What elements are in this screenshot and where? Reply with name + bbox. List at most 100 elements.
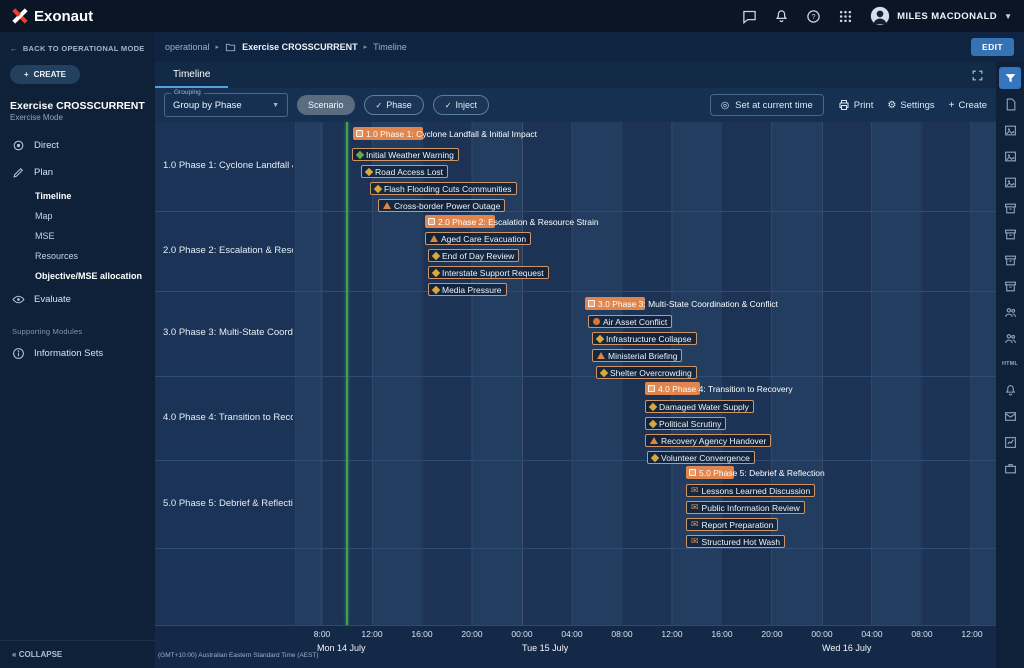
row-separator	[155, 460, 996, 461]
day-label: Tue 15 July	[522, 643, 568, 653]
image-icon[interactable]	[999, 145, 1021, 167]
archive-icon[interactable]	[999, 249, 1021, 271]
phase-row-label[interactable]: 4.0 Phase 4: Transition to Recovery	[163, 412, 293, 423]
timeline-item[interactable]: Flash Flooding Cuts Communities	[370, 182, 517, 195]
create-inject-button[interactable]: + Create	[949, 100, 987, 111]
timeline-item[interactable]: ✉ Structured Hot Wash	[686, 535, 785, 548]
timeline-item[interactable]: End of Day Review	[428, 249, 519, 262]
sidebar-item-objective-mse-allocation[interactable]: Objective/MSE allocation	[0, 266, 155, 286]
filter-icon[interactable]	[999, 67, 1021, 89]
timezone-label: (GMT+10:00) Australian Eastern Standard …	[158, 652, 319, 659]
timeline-item[interactable]: Media Pressure	[428, 283, 507, 296]
time-tick: 00:00	[511, 629, 532, 639]
timeline-item[interactable]: Political Scrutiny	[645, 417, 726, 430]
collapse-sidebar-button[interactable]: « COLLAPSE	[0, 640, 155, 668]
chip-phase[interactable]: ✓ Phase	[364, 95, 424, 115]
diamond-icon	[432, 285, 440, 293]
phase-bar[interactable]: 1.0 Phase 1: Cyclone Landfall & Initial …	[353, 127, 537, 140]
breadcrumb-timeline[interactable]: Timeline	[373, 42, 407, 52]
alert-circle-icon	[593, 318, 600, 325]
timeline-item[interactable]: Aged Care Evacuation	[425, 232, 531, 245]
chart-icon[interactable]	[999, 431, 1021, 453]
briefcase-icon[interactable]	[999, 457, 1021, 479]
chip-scenario[interactable]: Scenario	[297, 95, 355, 115]
breadcrumb-separator-icon: ▸	[364, 43, 368, 51]
timeline-item[interactable]: Air Asset Conflict	[588, 315, 672, 328]
sidebar-item-map[interactable]: Map	[0, 206, 155, 226]
phase-bar[interactable]: 3.0 Phase 3: Multi-State Coordination & …	[585, 297, 778, 310]
sidebar-item-plan[interactable]: Plan	[0, 159, 155, 186]
timeline-item[interactable]: Cross-border Power Outage	[378, 199, 505, 212]
timeline-item[interactable]: Interstate Support Request	[428, 266, 549, 279]
document-icon[interactable]	[999, 93, 1021, 115]
print-button[interactable]: Print	[838, 99, 874, 111]
timeline-item[interactable]: Shelter Overcrowding	[596, 366, 697, 379]
phase-row-label[interactable]: 2.0 Phase 2: Escalation & Resource S...	[163, 245, 293, 256]
item-label: Road Access Lost	[375, 167, 443, 177]
people-icon[interactable]	[999, 301, 1021, 323]
archive-icon[interactable]	[999, 275, 1021, 297]
timeline-item[interactable]: Volunteer Convergence	[647, 451, 755, 464]
timeline-item[interactable]: ✉ Report Preparation	[686, 518, 778, 531]
timeline-item[interactable]: ✉ Public Information Review	[686, 501, 805, 514]
sidebar-item-resources[interactable]: Resources	[0, 246, 155, 266]
gear-icon: ⚙	[887, 100, 896, 111]
timeline-item[interactable]: ✉ Lessons Learned Discussion	[686, 484, 815, 497]
phase-bar[interactable]: 5.0 Phase 5: Debrief & Reflection	[686, 466, 825, 479]
user-menu[interactable]: MILES MACDONALD ▼	[870, 6, 1012, 26]
timeline-item[interactable]: Infrastructure Collapse	[592, 332, 697, 345]
timeline-item[interactable]: Road Access Lost	[361, 165, 448, 178]
bell-icon[interactable]	[999, 379, 1021, 401]
settings-button[interactable]: ⚙ Settings	[887, 100, 934, 111]
fullscreen-icon[interactable]	[971, 69, 984, 82]
diamond-icon	[649, 402, 657, 410]
set-current-time-button[interactable]: ◎ Set at current time	[710, 94, 824, 116]
sidebar-item-information-sets[interactable]: Information Sets	[0, 340, 155, 367]
chip-inject[interactable]: ✓ Inject	[433, 95, 489, 115]
timeline-item[interactable]: Ministerial Briefing	[592, 349, 682, 362]
phase-row-label[interactable]: 5.0 Phase 5: Debrief & Reflection	[163, 498, 293, 509]
sidebar-item-evaluate[interactable]: Evaluate	[0, 286, 155, 313]
back-to-operational-link[interactable]: ← BACK TO OPERATIONAL MODE	[0, 32, 155, 59]
item-label: Cross-border Power Outage	[394, 201, 500, 211]
archive-icon[interactable]	[999, 197, 1021, 219]
row-separator	[155, 291, 996, 292]
item-label: Report Preparation	[702, 520, 774, 530]
grouping-select[interactable]: Grouping Group by Phase ▼	[164, 93, 288, 117]
current-time-line	[346, 122, 348, 625]
help-icon[interactable]: ?	[806, 9, 821, 24]
phase-bar[interactable]: 4.0 Phase 4: Transition to Recovery	[645, 382, 793, 395]
sidebar-item-direct[interactable]: Direct	[0, 132, 155, 159]
chat-icon[interactable]	[742, 9, 757, 24]
phase-row-label[interactable]: 3.0 Phase 3: Multi-State Coordination...	[163, 327, 293, 338]
timeline-item[interactable]: Initial Weather Warning	[352, 148, 459, 161]
phase-bar[interactable]: 2.0 Phase 2: Escalation & Resource Strai…	[425, 215, 599, 228]
gantt-canvas[interactable]: 1.0 Phase 1: Cyclone Landfall & Initial …	[296, 122, 996, 625]
tab-timeline[interactable]: Timeline	[155, 62, 228, 88]
apps-icon[interactable]	[838, 9, 853, 24]
time-tick: 04:00	[861, 629, 882, 639]
edit-button[interactable]: EDIT	[971, 38, 1014, 56]
timeline-toolbar: Grouping Group by Phase ▼ Scenario ✓ Pha…	[155, 88, 996, 122]
image-icon[interactable]	[999, 171, 1021, 193]
sidebar-item-timeline[interactable]: Timeline	[0, 186, 155, 206]
chip-scenario-label: Scenario	[308, 100, 344, 110]
mail-icon[interactable]	[999, 405, 1021, 427]
breadcrumb-exercise[interactable]: Exercise CROSSCURRENT	[242, 42, 358, 52]
archive-icon[interactable]	[999, 223, 1021, 245]
breadcrumb-operational[interactable]: operational	[165, 42, 210, 52]
chevron-down-icon: ▼	[1004, 12, 1012, 21]
create-button[interactable]: + CREATE	[10, 65, 80, 84]
image-icon[interactable]	[999, 119, 1021, 141]
phase-row-label[interactable]: 1.0 Phase 1: Cyclone Landfall & Initia..…	[163, 160, 293, 171]
sidebar-item-mse[interactable]: MSE	[0, 226, 155, 246]
user-name: MILES MACDONALD	[897, 11, 997, 22]
notifications-icon[interactable]	[774, 9, 789, 24]
people-icon[interactable]	[999, 327, 1021, 349]
folder-icon	[225, 42, 236, 53]
timeline-item[interactable]: Recovery Agency Handover	[645, 434, 771, 447]
phase-label-column: 1.0 Phase 1: Cyclone Landfall & Initia..…	[155, 122, 296, 625]
day-label: Mon 14 July	[317, 643, 366, 653]
html-icon[interactable]: HTML	[999, 353, 1021, 375]
timeline-item[interactable]: Damaged Water Supply	[645, 400, 754, 413]
